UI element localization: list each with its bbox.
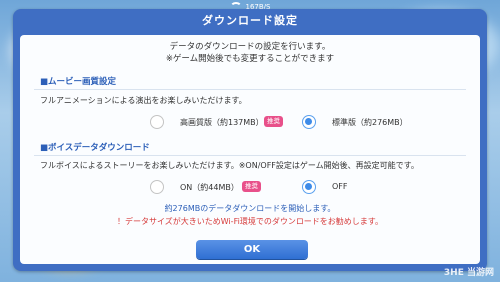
voice-data-heading: ■ボイスデータダウンロード	[40, 143, 150, 153]
intro-line-1: データのダウンロードの設定を行います。	[169, 42, 331, 52]
option-voice-on-label: ON（約44MB）	[180, 183, 239, 192]
radio-high-quality[interactable]	[150, 115, 164, 129]
radio-voice-on[interactable]	[150, 180, 164, 194]
divider	[34, 89, 466, 90]
option-high-quality-label: 高画質版（約137MB）	[180, 118, 264, 127]
download-settings-dialog: ダウンロード設定 データのダウンロードの設定を行います。 ※ゲーム開始後でも変更…	[13, 9, 487, 271]
recommended-badge: 推奨	[242, 181, 261, 192]
radio-standard-quality[interactable]	[302, 115, 316, 129]
download-summary: 約276MBのデータダウンロードを開始します。	[164, 204, 336, 213]
divider	[34, 155, 466, 156]
dialog-panel: データのダウンロードの設定を行います。 ※ゲーム開始後でも変更することができます…	[20, 35, 480, 264]
movie-quality-heading: ■ムービー画質設定	[40, 77, 117, 87]
dialog-title: ダウンロード設定	[202, 14, 298, 27]
ok-button[interactable]: OK	[196, 240, 308, 259]
recommended-badge: 推奨	[264, 116, 283, 127]
voice-data-description: フルボイスによるストーリーをお楽しみいただけます。※ON/OFF設定はゲーム開始…	[40, 161, 419, 170]
intro-text: データのダウンロードの設定を行います。 ※ゲーム開始後でも変更することができます	[20, 41, 480, 65]
intro-line-2: ※ゲーム開始後でも変更することができます	[165, 54, 335, 64]
movie-quality-description: フルアニメーションによる演出をお楽しみいただけます。	[40, 96, 247, 105]
option-standard-quality-label: 標準版（約276MB）	[332, 118, 408, 127]
option-voice-off-label: OFF	[332, 182, 348, 191]
wifi-warning: ！データサイズが大きいためWi-Fi環境でのダウンロードをお勧めします。	[116, 217, 384, 226]
watermark: 3HE 当游网	[443, 268, 494, 278]
radio-voice-off[interactable]	[302, 180, 316, 194]
